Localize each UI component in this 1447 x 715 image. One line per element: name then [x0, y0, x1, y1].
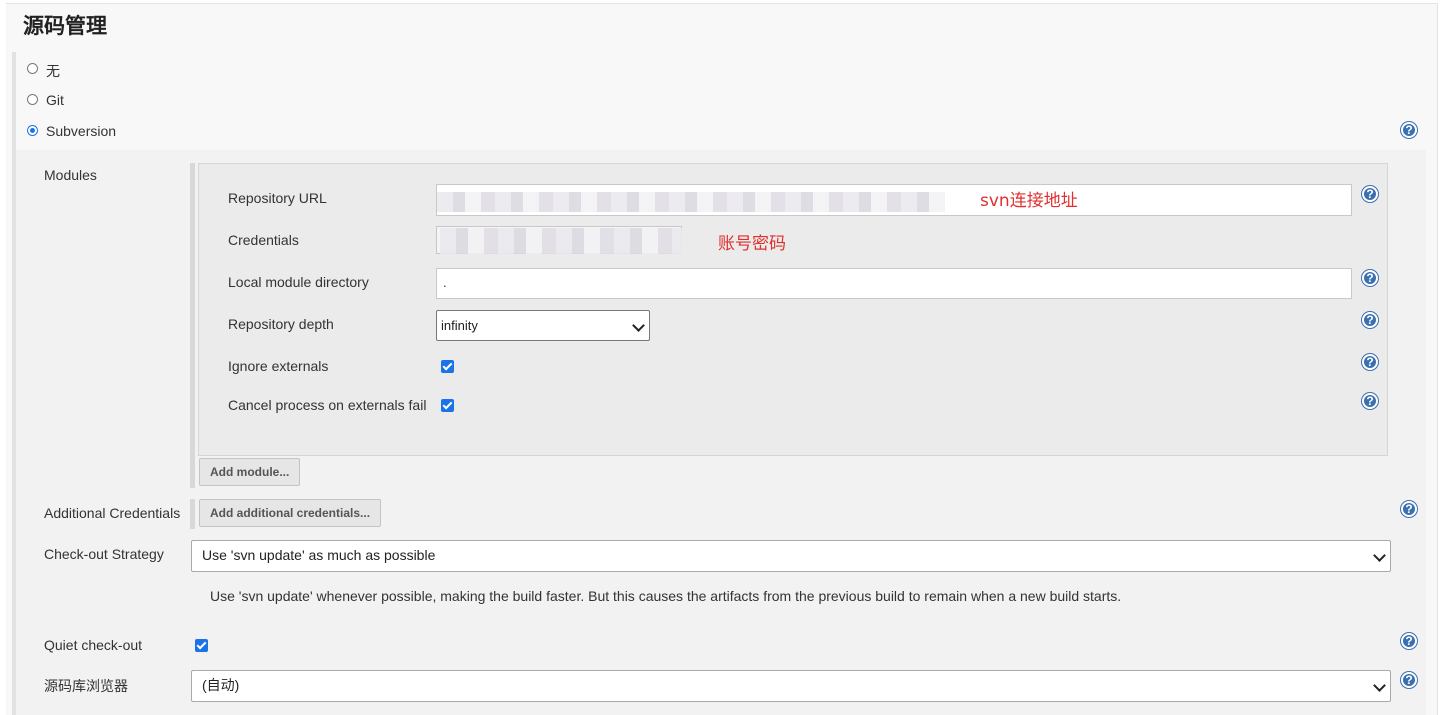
chevron-down-icon: [632, 319, 645, 332]
redacted-url: [437, 192, 945, 212]
repository-url-label: Repository URL: [228, 190, 327, 206]
repo-browser-value: (自动): [202, 677, 240, 693]
add-module-button[interactable]: Add module...: [199, 458, 301, 486]
repository-depth-label: Repository depth: [228, 316, 334, 332]
checkout-strategy-value: Use 'svn update' as much as possible: [202, 547, 436, 563]
scm-git-label: Git: [46, 92, 64, 108]
scm-git-radio[interactable]: [27, 94, 38, 105]
scm-none-radio[interactable]: [27, 63, 38, 74]
repository-depth-select[interactable]: infinity: [436, 310, 650, 341]
cancel-externals-label: Cancel process on externals fail: [228, 397, 427, 413]
repo-browser-select[interactable]: (自动): [191, 670, 1391, 702]
scm-subversion-radio[interactable]: [27, 125, 38, 136]
modules-indent-bar: [190, 163, 195, 488]
local-module-directory-input[interactable]: .: [436, 268, 1352, 299]
local-module-directory-help-icon[interactable]: ?: [1362, 270, 1378, 286]
quiet-checkout-help-icon[interactable]: ?: [1401, 633, 1417, 649]
scm-subversion-label: Subversion: [46, 123, 117, 139]
cancel-externals-help-icon[interactable]: ?: [1362, 393, 1378, 409]
ignore-externals-label: Ignore externals: [228, 358, 329, 374]
repo-browser-help-icon[interactable]: ?: [1401, 672, 1417, 688]
repository-depth-help-icon[interactable]: ?: [1362, 312, 1378, 328]
additional-credentials-indent-bar: [190, 499, 195, 529]
url-annotation: svn连接地址: [980, 191, 1078, 211]
chevron-down-icon: [1373, 679, 1386, 692]
chevron-down-icon: [1373, 549, 1386, 562]
redacted-credentials: [440, 228, 682, 254]
checkout-strategy-description: Use 'svn update' whenever possible, maki…: [210, 588, 1122, 604]
checkout-strategy-select[interactable]: Use 'svn update' as much as possible: [191, 540, 1391, 572]
scm-none-label: 无: [46, 63, 60, 79]
additional-credentials-help-icon[interactable]: ?: [1401, 501, 1417, 517]
add-additional-credentials-button[interactable]: Add additional credentials...: [199, 499, 382, 527]
quiet-checkout-checkbox[interactable]: [195, 639, 208, 652]
modules-label: Modules: [44, 167, 97, 183]
local-module-directory-label: Local module directory: [228, 274, 369, 290]
ignore-externals-help-icon[interactable]: ?: [1362, 354, 1378, 370]
checkout-strategy-label: Check-out Strategy: [44, 546, 164, 562]
repository-depth-value: infinity: [441, 318, 478, 333]
credentials-annotation: 账号密码: [718, 234, 786, 254]
cancel-externals-checkbox[interactable]: [441, 399, 454, 412]
additional-credentials-label: Additional Credentials: [44, 505, 181, 521]
section-title: 源码管理: [23, 14, 107, 38]
repository-url-help-icon[interactable]: ?: [1362, 186, 1378, 202]
credentials-label: Credentials: [228, 232, 299, 248]
ignore-externals-checkbox[interactable]: [441, 360, 454, 373]
repo-browser-label: 源码库浏览器: [44, 678, 128, 694]
subversion-help-icon[interactable]: ?: [1401, 122, 1417, 138]
quiet-checkout-label: Quiet check-out: [44, 637, 143, 653]
